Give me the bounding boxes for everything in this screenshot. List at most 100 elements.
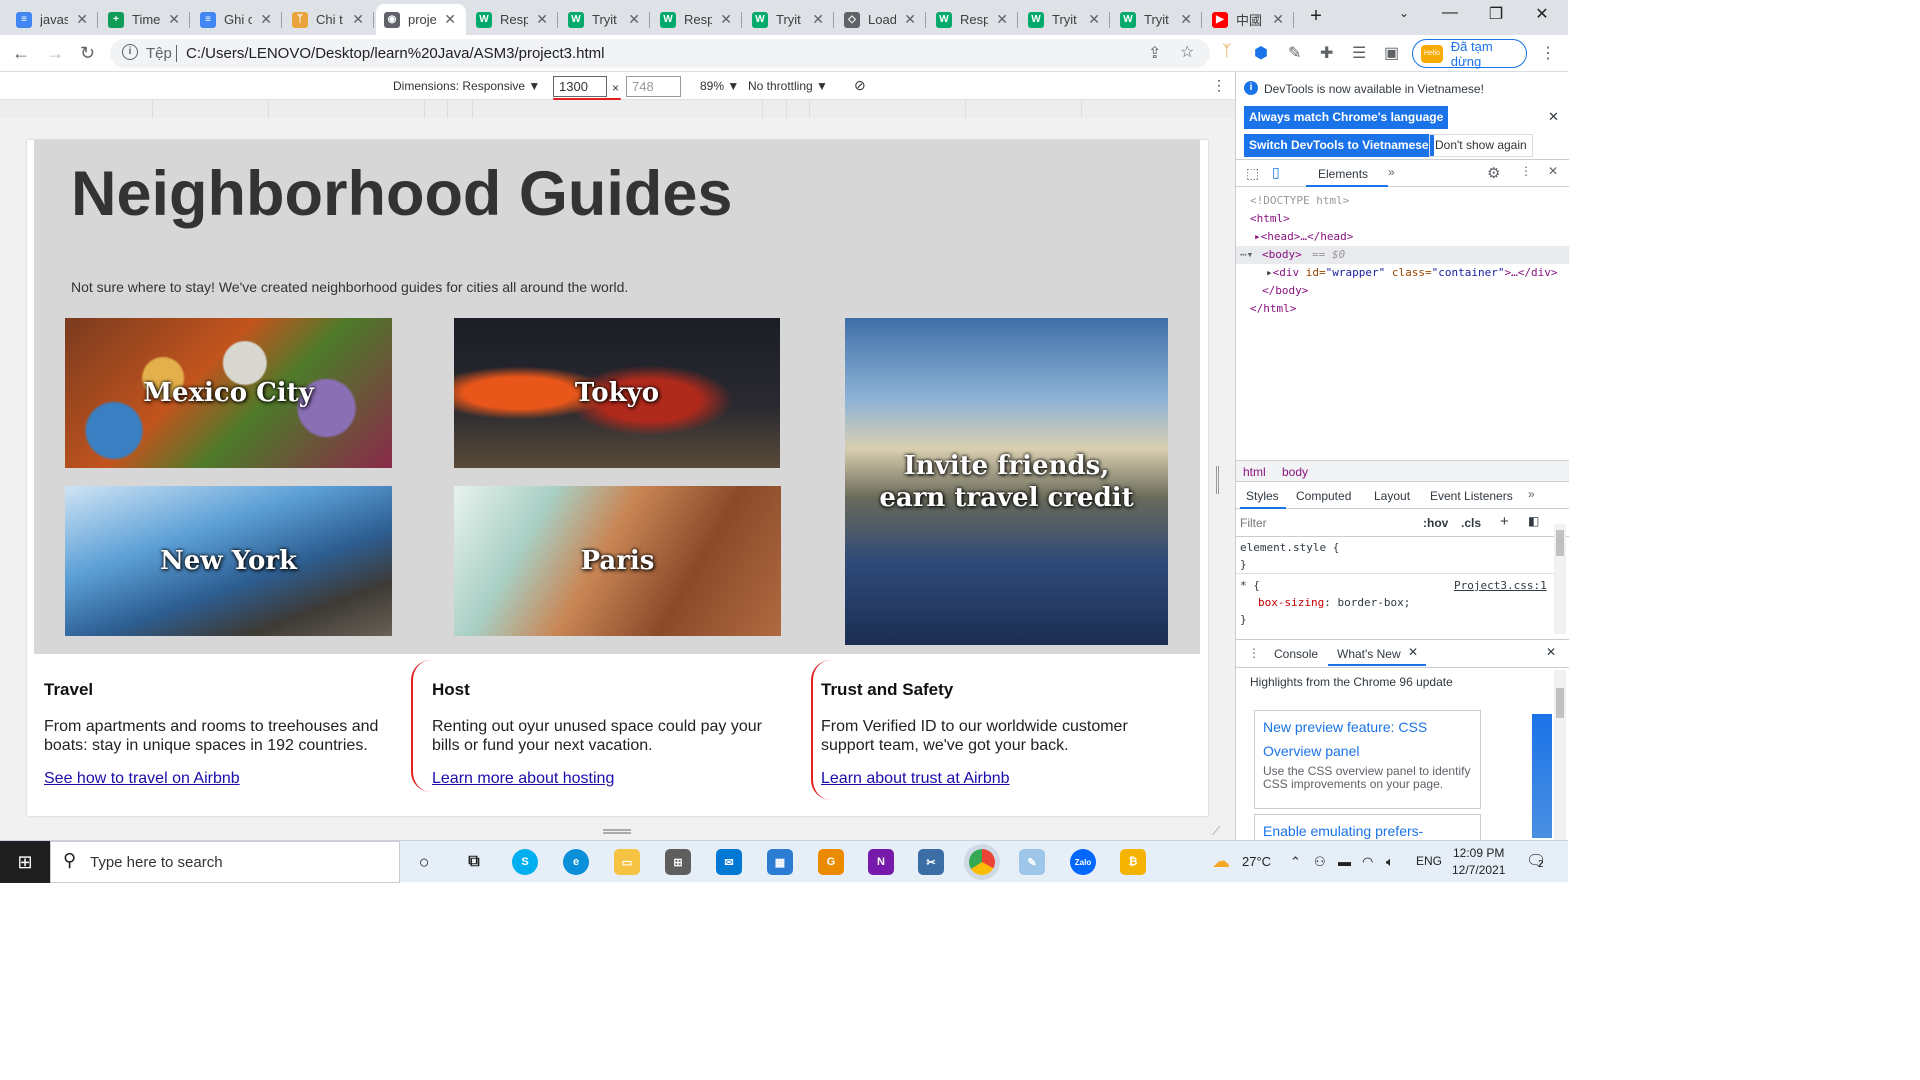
devtools-menu-icon[interactable]: ⋮ xyxy=(1520,164,1532,178)
dom-html[interactable]: <html> xyxy=(1250,212,1290,225)
breadcrumb-body[interactable]: body xyxy=(1282,465,1308,479)
wifi-icon[interactable]: ◠ xyxy=(1362,854,1373,870)
coin-app-icon[interactable]: ₿ xyxy=(1120,849,1146,875)
drawer-menu-icon[interactable]: ⋮ xyxy=(1248,646,1260,660)
close-icon[interactable]: ✕ xyxy=(1548,109,1559,125)
styles-scrollbar[interactable] xyxy=(1554,524,1566,634)
tab-console[interactable]: Console xyxy=(1274,647,1318,661)
tab-2[interactable]: ≡ Ghi c ✕ xyxy=(192,4,282,35)
tray-chevron-icon[interactable]: ⌃ xyxy=(1290,854,1301,870)
close-tab-icon[interactable]: ✕ xyxy=(1088,11,1100,28)
extensions-puzzle-icon[interactable]: ✚ xyxy=(1320,43,1333,63)
dom-body-row[interactable]: ⋯▾ <body> == $0 xyxy=(1236,246,1569,264)
maximize-button[interactable]: ❐ xyxy=(1476,4,1516,24)
cortana-icon[interactable]: ○ xyxy=(411,849,437,875)
taskbar-search[interactable]: ⚲ Type here to search xyxy=(50,841,400,883)
resize-handle[interactable] xyxy=(603,829,631,834)
dom-body-close[interactable]: </body> xyxy=(1262,284,1308,297)
tab-4[interactable]: ◉ proje ✕ xyxy=(376,4,466,35)
omnibox[interactable]: i Tệp C:/Users/LENOVO/Desktop/learn%20Ja… xyxy=(110,39,1210,68)
onenote-icon[interactable]: N xyxy=(868,849,894,875)
office-icon[interactable]: G xyxy=(818,849,844,875)
zoom-select[interactable]: 89% ▼ xyxy=(700,79,739,93)
tab-elements[interactable]: Elements xyxy=(1318,167,1368,181)
task-view-icon[interactable]: ⧉ xyxy=(461,849,487,875)
forward-icon[interactable]: → xyxy=(46,43,64,64)
extension-figure-icon[interactable]: ᛉ xyxy=(1222,43,1232,61)
close-tab-icon[interactable]: ✕ xyxy=(1408,645,1418,659)
height-input[interactable]: 748 xyxy=(626,76,681,97)
tab-computed[interactable]: Computed xyxy=(1296,489,1351,503)
tab-11[interactable]: W Tryit ✕ xyxy=(1020,4,1110,35)
close-drawer-icon[interactable]: ✕ xyxy=(1546,645,1556,659)
media-query-bar[interactable] xyxy=(0,100,1235,118)
chrome-icon[interactable] xyxy=(969,849,995,875)
language-indicator[interactable]: ENG xyxy=(1416,854,1442,868)
trust-link[interactable]: Learn about trust at Airbnb xyxy=(821,770,1010,787)
gear-icon[interactable]: ⚙ xyxy=(1487,164,1500,182)
tile-invite-friends[interactable]: Invite friends, earn travel credit xyxy=(845,318,1168,645)
menu-kebab-icon[interactable]: ⋮ xyxy=(1540,43,1556,63)
volume-icon[interactable]: 🔈︎ xyxy=(1386,854,1394,870)
tab-styles[interactable]: Styles xyxy=(1246,489,1279,503)
hov-toggle[interactable]: :hov xyxy=(1423,516,1448,530)
close-tab-icon[interactable]: ✕ xyxy=(168,11,180,28)
close-tab-icon[interactable]: ✕ xyxy=(720,11,732,28)
tile-new-york[interactable]: New York xyxy=(65,486,392,636)
corner-resize-icon[interactable]: ⟋ xyxy=(1212,824,1220,839)
tray-app-icon[interactable]: ⚇ xyxy=(1314,854,1326,870)
notification-button[interactable]: 🗨︎ 2 xyxy=(1526,851,1546,871)
dom-head[interactable]: ▸<head>…</head> xyxy=(1254,230,1353,243)
tile-mexico-city[interactable]: Mexico City xyxy=(65,318,392,468)
tab-0[interactable]: ≡ javas ✕ xyxy=(8,4,98,35)
dom-doctype[interactable]: <!DOCTYPE html> xyxy=(1250,194,1349,207)
tab-7[interactable]: W Resp ✕ xyxy=(652,4,742,35)
reload-icon[interactable]: ↻ xyxy=(80,43,95,64)
tab-13[interactable]: ▶ 中國 ✕ xyxy=(1204,4,1294,35)
device-toggle-icon[interactable]: ▯ xyxy=(1272,164,1280,181)
device-options-icon[interactable]: ⋮ xyxy=(1212,77,1226,94)
dimensions-select[interactable]: Dimensions: Responsive ▼ xyxy=(393,79,540,93)
tab-9[interactable]: ◇ Load ✕ xyxy=(836,4,926,35)
profile-paused-button[interactable]: Hello Đã tạm dừng xyxy=(1412,39,1527,69)
calendar-icon[interactable]: ▦ xyxy=(767,849,793,875)
rule-selector[interactable]: element.style { xyxy=(1240,541,1339,554)
rotate-icon[interactable]: ⊘ xyxy=(854,77,866,94)
tab-10[interactable]: W Resp ✕ xyxy=(928,4,1018,35)
whats-new-card[interactable]: New preview feature: CSS Overview panel … xyxy=(1254,710,1481,809)
start-button[interactable]: ⊞ xyxy=(0,841,50,883)
card-title[interactable]: New preview feature: CSS Overview panel xyxy=(1263,715,1472,763)
file-explorer-icon[interactable]: ▭ xyxy=(614,849,640,875)
close-tab-icon[interactable]: ✕ xyxy=(352,11,364,28)
styles-filter-input[interactable] xyxy=(1240,513,1410,533)
close-tab-icon[interactable]: ✕ xyxy=(628,11,640,28)
edge-icon[interactable]: e xyxy=(563,849,589,875)
clock[interactable]: 12:09 PM 12/7/2021 xyxy=(1452,845,1505,879)
tab-event-listeners[interactable]: Event Listeners xyxy=(1430,489,1513,503)
inspect-icon[interactable]: ⬚ xyxy=(1246,165,1259,182)
rule-declaration[interactable]: box-sizing: border-box; xyxy=(1258,596,1410,609)
dom-html-close[interactable]: </html> xyxy=(1250,302,1296,315)
dom-div-wrapper[interactable]: ▸<div id="wrapper" class="container">…</… xyxy=(1266,266,1557,279)
close-tab-icon[interactable]: ✕ xyxy=(1180,11,1192,28)
travel-link[interactable]: See how to travel on Airbnb xyxy=(44,770,240,787)
media-queue-icon[interactable]: ☰ xyxy=(1352,43,1366,63)
rule-source-link[interactable]: Project3.css:1 xyxy=(1454,579,1547,592)
rule-selector[interactable]: * { xyxy=(1240,579,1260,592)
close-tab-icon[interactable]: ✕ xyxy=(76,11,88,28)
tab-12[interactable]: W Tryit ✕ xyxy=(1112,4,1202,35)
close-tab-icon[interactable]: ✕ xyxy=(996,11,1008,28)
tile-tokyo[interactable]: Tokyo xyxy=(454,318,780,468)
tab-1[interactable]: + Time ✕ xyxy=(100,4,190,35)
weather-temp[interactable]: 27°C xyxy=(1242,854,1271,869)
snipping-icon[interactable]: ✂ xyxy=(918,849,944,875)
switch-vietnamese-button[interactable]: Switch DevTools to Vietnamese xyxy=(1244,134,1434,157)
pen-app-icon[interactable]: ✎ xyxy=(1019,849,1045,875)
close-tab-icon[interactable]: ✕ xyxy=(812,11,824,28)
extension-pen-icon[interactable]: ✎ xyxy=(1288,43,1301,63)
minimize-button[interactable]: — xyxy=(1430,4,1470,22)
match-language-button[interactable]: Always match Chrome's language xyxy=(1244,106,1449,129)
new-tab-button[interactable]: + xyxy=(1296,5,1336,28)
drawer-scrollbar[interactable] xyxy=(1554,670,1566,840)
tab-8[interactable]: W Tryit ✕ xyxy=(744,4,834,35)
